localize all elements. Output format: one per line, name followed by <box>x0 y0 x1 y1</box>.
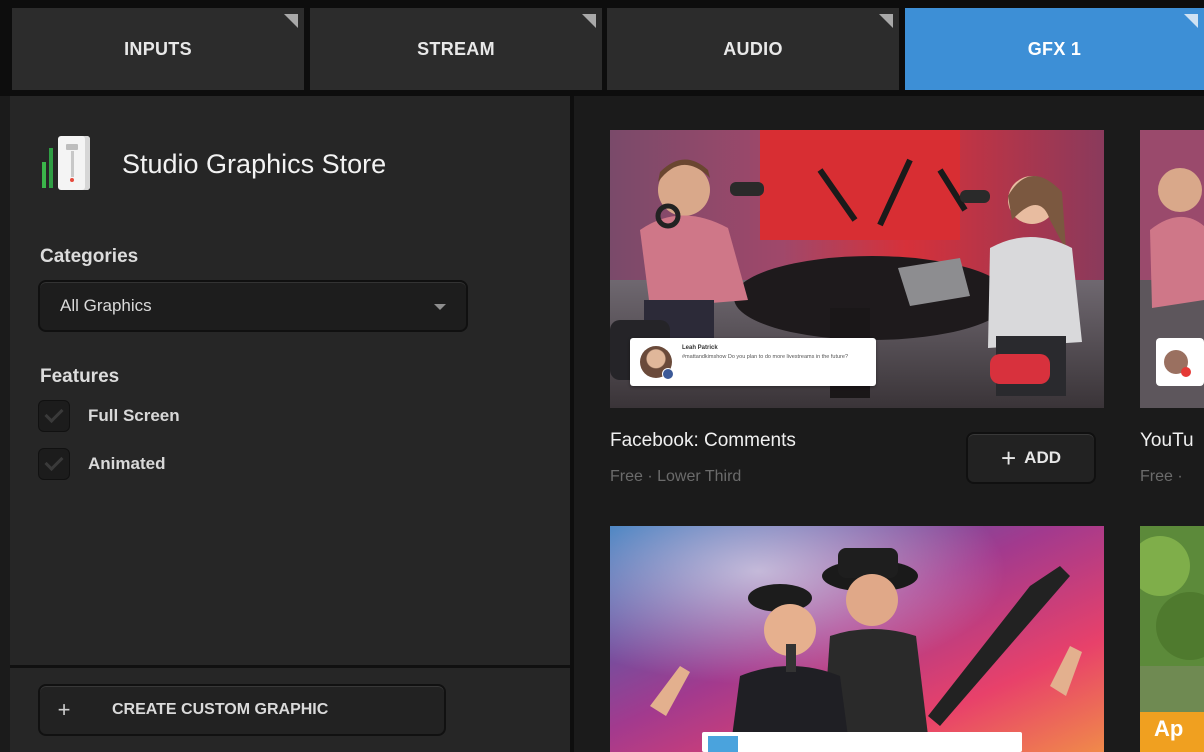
tab-label: GFX 1 <box>1027 38 1082 59</box>
add-graphic-button[interactable]: + ADD <box>966 432 1096 484</box>
logo-dot <box>70 178 74 182</box>
concert-photo <box>610 526 1104 752</box>
store-header: Studio Graphics Store <box>42 136 386 192</box>
tab-corner-icon <box>879 14 893 28</box>
create-custom-graphic-button[interactable]: + CREATE CUSTOM GRAPHIC <box>38 684 446 736</box>
comment-text: #mattandkimshow Do you plan to do more l… <box>682 354 848 360</box>
features-label: Features <box>40 366 120 387</box>
lower-third-comment: Leah Patrick #mattandkimshow Do you plan… <box>630 338 876 386</box>
card-thumbnail-youtube[interactable] <box>1140 130 1204 408</box>
graphics-grid: Leah Patrick #mattandkimshow Do you plan… <box>574 96 1204 752</box>
feature-animated[interactable]: Animated <box>38 448 165 480</box>
full-screen-checkbox[interactable] <box>38 400 70 432</box>
store-title: Studio Graphics Store <box>122 148 387 179</box>
tab-corner-icon <box>284 14 298 28</box>
logo-level-bar <box>42 162 46 188</box>
tab-label: STREAM <box>417 38 495 59</box>
card-subtitle: Free · <box>1140 468 1183 485</box>
graphics-store-logo-icon <box>42 136 100 192</box>
animated-checkbox[interactable] <box>38 448 70 480</box>
card-title: YouTu <box>1140 430 1194 451</box>
tab-bar: INPUTS STREAM AUDIO GFX 1 <box>0 0 1204 96</box>
facebook-badge-icon <box>662 368 674 380</box>
category-dropdown[interactable]: All Graphics <box>38 280 468 332</box>
add-button-label: ADD <box>1024 448 1062 467</box>
chevron-down-icon <box>434 304 446 310</box>
tab-label: INPUTS <box>124 38 192 59</box>
card-thumbnail-facebook-comments[interactable]: Leah Patrick #mattandkimshow Do you plan… <box>610 130 1104 408</box>
logo-level-bar <box>49 148 53 188</box>
tab-stream[interactable]: STREAM <box>310 8 602 90</box>
tab-audio[interactable]: AUDIO <box>607 8 899 90</box>
plus-icon: + <box>1000 443 1017 473</box>
podcast-photo <box>1140 130 1204 408</box>
logo-card <box>58 136 90 190</box>
sidebar-panel: Studio Graphics Store Categories All Gra… <box>10 96 570 752</box>
categories-label: Categories <box>40 246 139 267</box>
feature-label: Full Screen <box>88 406 180 425</box>
card-subtitle: Free · Lower Third <box>610 468 742 485</box>
card-thumbnail-promo[interactable]: Ap <box>1140 526 1204 752</box>
plus-icon: + <box>57 697 71 722</box>
card-title: Facebook: Comments <box>610 430 796 451</box>
tab-label: AUDIO <box>723 38 783 59</box>
feature-label: Animated <box>88 454 166 473</box>
card-thumbnail-concert[interactable] <box>610 526 1104 752</box>
tab-corner-icon <box>1184 14 1198 28</box>
tab-gfx-1[interactable]: GFX 1 <box>905 8 1204 90</box>
category-selected-value: All Graphics <box>60 296 152 315</box>
feature-full-screen[interactable]: Full Screen <box>38 400 180 432</box>
sidebar-footer: + CREATE CUSTOM GRAPHIC <box>10 665 570 752</box>
create-button-label: CREATE CUSTOM GRAPHIC <box>112 701 329 718</box>
commenter-name: Leah Patrick <box>682 345 718 351</box>
promo-overlay-text: Ap <box>1154 716 1184 741</box>
tab-inputs[interactable]: INPUTS <box>12 8 304 90</box>
tab-corner-icon <box>582 14 596 28</box>
